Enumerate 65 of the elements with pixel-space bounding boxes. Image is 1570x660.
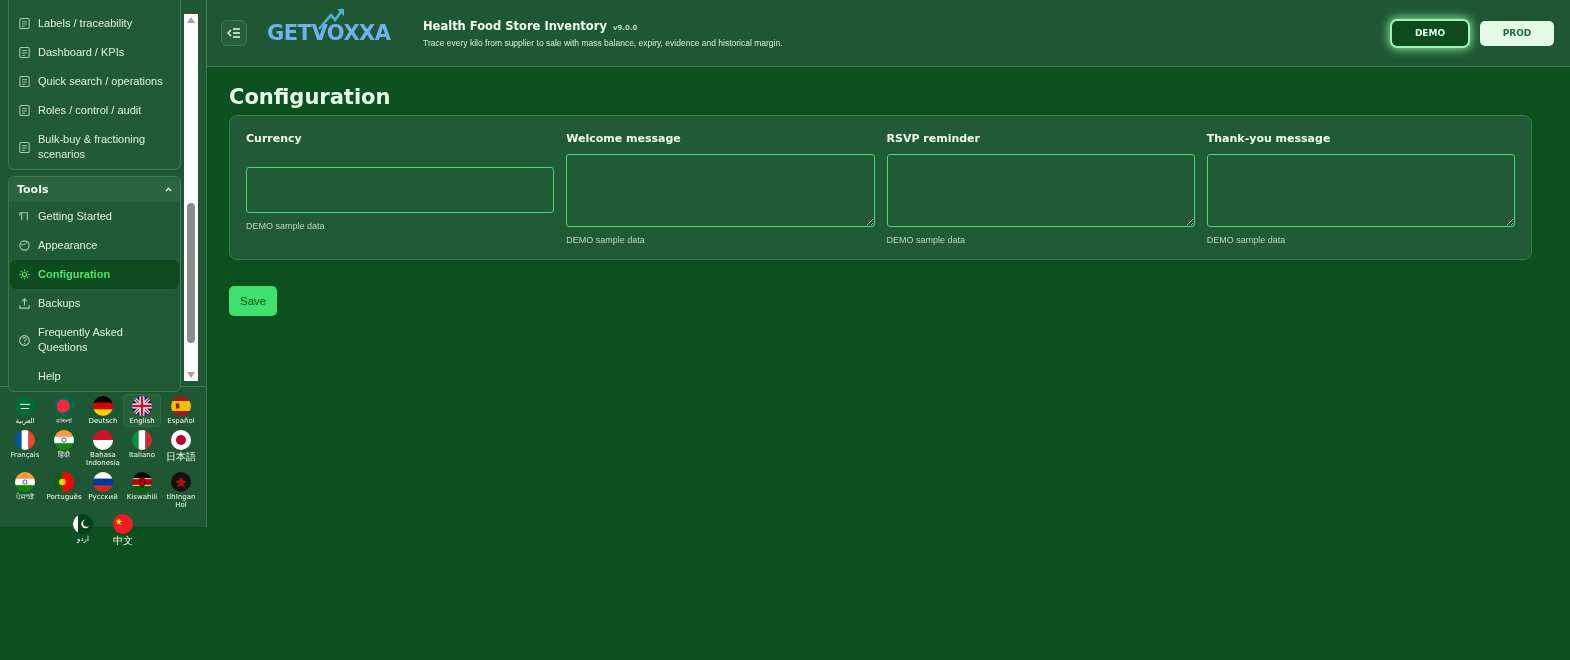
text-area[interactable] bbox=[566, 154, 875, 227]
sidebar-item[interactable]: Roles / control / audit bbox=[10, 96, 179, 125]
flag-icon bbox=[171, 430, 191, 450]
doc-icon bbox=[18, 140, 31, 154]
sidebar-item[interactable]: Labels / traceability bbox=[10, 9, 179, 38]
flag-icon bbox=[15, 430, 35, 450]
flag-icon bbox=[54, 430, 74, 450]
flag-icon bbox=[15, 472, 35, 492]
scroll-thumb[interactable] bbox=[187, 202, 195, 343]
doc-icon bbox=[18, 46, 31, 59]
field-label: Thank-you message bbox=[1206, 132, 1332, 145]
sidebar-item[interactable]: Backups bbox=[10, 289, 179, 318]
flag-icon bbox=[132, 396, 152, 416]
app-subtitle: Trace every kilo from supplier to sale with mass balance, expiry, evidence and historical margin. bbox=[423, 37, 783, 48]
sidebar-item[interactable]: Help bbox=[10, 362, 179, 391]
input-field[interactable] bbox=[246, 167, 555, 213]
scrollbar[interactable] bbox=[184, 14, 198, 381]
field-label: RSVP reminder bbox=[886, 132, 981, 145]
flag-icon bbox=[171, 396, 191, 416]
flag-icon bbox=[54, 472, 74, 492]
app-title: Health Food Store Inventory bbox=[423, 18, 607, 33]
collapse-icon bbox=[227, 27, 241, 39]
field-label: Welcome message bbox=[566, 132, 682, 145]
sidebar-item[interactable]: Dashboard / KPIs bbox=[10, 38, 179, 67]
flag-icon bbox=[93, 430, 113, 450]
sidebar-toggle-button[interactable] bbox=[221, 20, 247, 46]
flag-icon bbox=[54, 396, 74, 416]
sidebar-item[interactable]: Bulk-buy & fractioning scenarios bbox=[10, 125, 179, 169]
doc-icon bbox=[18, 104, 31, 117]
field-hint: DEMO sample data bbox=[1206, 235, 1287, 245]
doc-icon bbox=[18, 75, 31, 88]
scroll-up-icon[interactable] bbox=[187, 16, 195, 24]
sidebar-item[interactable]: Quick search / operations bbox=[10, 67, 179, 96]
gear-icon bbox=[18, 268, 31, 281]
page-title: Configuration bbox=[229, 85, 392, 109]
save-button[interactable]: Save bbox=[229, 286, 278, 316]
sidebar-item[interactable]: Getting Started bbox=[10, 202, 179, 231]
flag-icon bbox=[132, 472, 152, 492]
environment-button[interactable]: DEMO bbox=[1392, 20, 1468, 46]
flag-icon bbox=[132, 430, 152, 450]
flag-icon bbox=[113, 514, 133, 534]
sidebar-item[interactable]: Appearance bbox=[10, 231, 179, 260]
sidebar-item[interactable]: Configuration bbox=[10, 260, 179, 289]
logo-text: GETVOXXA bbox=[267, 21, 391, 45]
field-hint: DEMO sample data bbox=[246, 221, 326, 231]
text-area[interactable] bbox=[886, 154, 1195, 227]
field-label: Currency bbox=[246, 132, 303, 145]
flag-icon bbox=[171, 472, 191, 492]
help-icon bbox=[18, 333, 31, 347]
flag-icon bbox=[15, 396, 35, 416]
upload-icon bbox=[18, 297, 31, 310]
language-button[interactable]: 中文 bbox=[104, 512, 142, 548]
field-hint: DEMO sample data bbox=[566, 235, 646, 245]
flag-icon bbox=[93, 472, 113, 492]
environment-button[interactable]: PROD bbox=[1480, 20, 1554, 46]
flag-icon bbox=[93, 396, 113, 416]
text-area[interactable] bbox=[1206, 154, 1515, 227]
caret-icon bbox=[165, 187, 172, 192]
language-button[interactable]: 日本語 bbox=[162, 428, 200, 469]
scroll-down-icon[interactable] bbox=[187, 371, 195, 379]
flag-icon bbox=[73, 514, 93, 534]
section-header[interactable]: Tools bbox=[9, 177, 180, 202]
sidebar-item[interactable]: Frequently Asked Questions bbox=[10, 318, 179, 362]
doc-icon bbox=[18, 17, 31, 30]
field-hint: DEMO sample data bbox=[886, 235, 967, 245]
